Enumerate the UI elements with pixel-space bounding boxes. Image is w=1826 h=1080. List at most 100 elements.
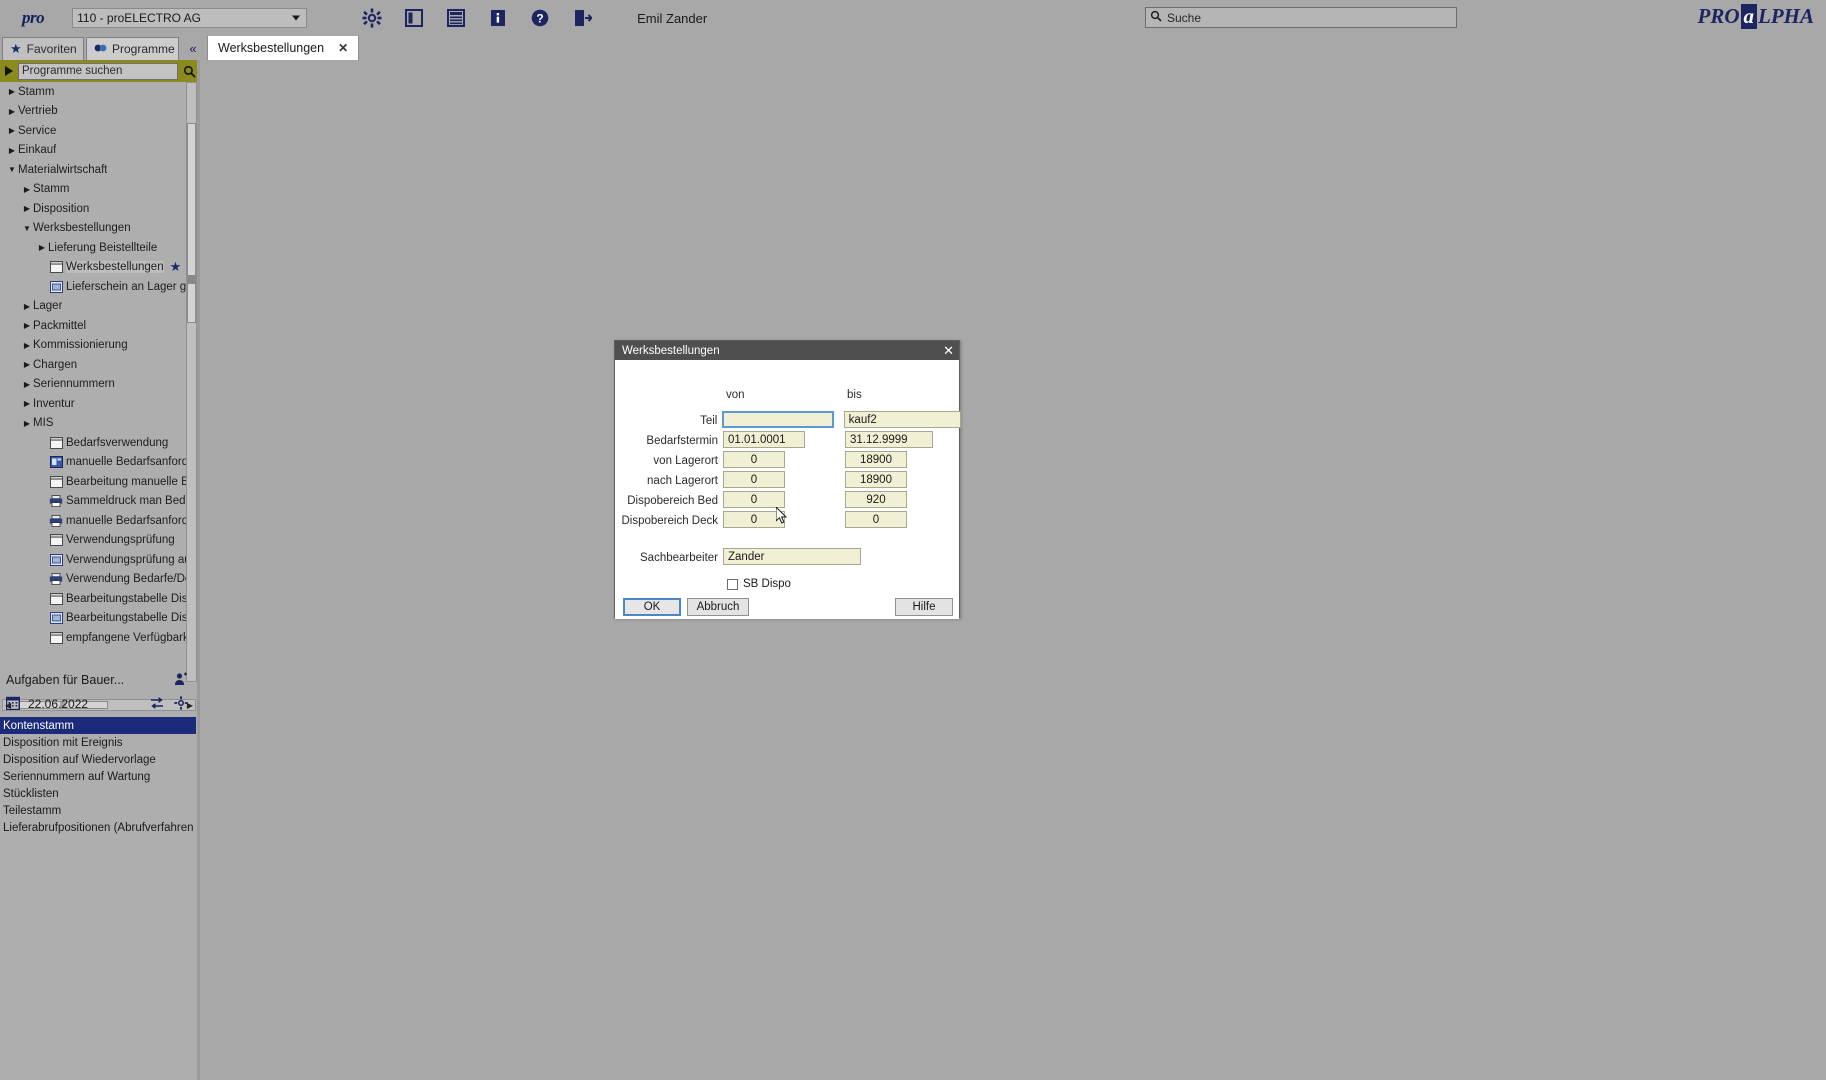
field-to-input[interactable]: 18900 — [845, 471, 907, 488]
tree-item-verwendung-bedarfe-deckun[interactable]: Verwendung Bedarfe/Deckun — [0, 570, 188, 590]
tree-item-label: Bearbeitungstabelle Dispone — [66, 612, 186, 625]
tab-programme[interactable]: Programme — [86, 37, 179, 60]
tree-item-manuelle-bedarfsanforderun[interactable]: manuelle Bedarfsanforderun — [0, 453, 188, 473]
tree-item-einkauf[interactable]: ▶ Einkauf — [0, 141, 188, 161]
tree-item-materialwirtschaft[interactable]: ▼ Materialwirtschaft — [0, 160, 188, 180]
chevron-right-icon[interactable]: ▶ — [36, 243, 48, 252]
field-from-input[interactable]: 0 — [723, 471, 785, 488]
tree-item-bearbeitungstabelle-dispone[interactable]: Bearbeitungstabelle Dispone — [0, 609, 188, 629]
tree-item-bearbeitung-manuelle-bedarf[interactable]: Bearbeitung manuelle Bedarf — [0, 472, 188, 492]
sb-dispo-checkbox[interactable] — [727, 578, 738, 590]
tree-item-disposition[interactable]: ▶ Disposition — [0, 199, 188, 219]
tree-item-sammeldruck-man-bedarfsan[interactable]: Sammeldruck man Bedarfsan — [0, 492, 188, 512]
refresh-icon[interactable] — [150, 696, 164, 712]
chevron-right-icon[interactable]: ▶ — [6, 87, 18, 96]
logout-icon[interactable] — [571, 7, 593, 29]
scrollbar-grip[interactable] — [188, 275, 195, 284]
field-from-input[interactable] — [722, 411, 834, 428]
tree-item-bearbeitungstabelle-dispone[interactable]: Bearbeitungstabelle Dispone — [0, 589, 188, 609]
chevron-right-icon[interactable]: ▶ — [21, 380, 33, 389]
scrollbar-thumb[interactable] — [187, 123, 196, 323]
task-list-item[interactable]: Disposition auf Wiedervorlage — [0, 751, 196, 768]
task-list-item[interactable]: Lieferabrufpositionen (Abrufverfahren 2) — [0, 819, 207, 836]
chevron-right-icon[interactable]: ▶ — [6, 126, 18, 135]
field-to-input[interactable]: 920 — [845, 491, 907, 508]
chevron-right-icon[interactable]: ▶ — [21, 321, 33, 330]
tree-item-service[interactable]: ▶ Service — [0, 121, 188, 141]
field-from-input[interactable]: 01.01.0001 — [723, 431, 805, 448]
chevron-right-icon[interactable]: ▶ — [21, 204, 33, 213]
tree-item-stamm[interactable]: ▶ Stamm — [0, 82, 188, 102]
tree-item-vertrieb[interactable]: ▶ Vertrieb — [0, 102, 188, 122]
tree-item-werksbestellungen[interactable]: ▼ Werksbestellungen — [0, 219, 188, 239]
tree-item-inventur[interactable]: ▶ Inventur — [0, 394, 188, 414]
dialog-close-icon[interactable]: ✕ — [943, 343, 954, 359]
tree-item-seriennummern[interactable]: ▶ Seriennummern — [0, 375, 188, 395]
collapse-sidebar-button[interactable]: « — [182, 38, 204, 59]
person-icon[interactable] — [174, 672, 188, 689]
task-list-item[interactable]: Stücklisten — [0, 785, 196, 802]
favorite-star-icon[interactable]: ★ — [170, 259, 182, 275]
help-button[interactable]: Hilfe — [895, 598, 953, 616]
gear-icon[interactable] — [361, 7, 383, 29]
global-search-input[interactable]: Suche — [1145, 7, 1457, 28]
dialog-title-bar[interactable]: Werksbestellungen ✕ — [615, 341, 959, 360]
task-list-item[interactable]: Disposition mit Ereignis — [0, 734, 196, 751]
field-to-input[interactable]: 18900 — [845, 451, 907, 468]
chevron-right-icon[interactable]: ▶ — [21, 185, 33, 194]
field-from-input[interactable]: 0 — [723, 511, 785, 528]
chevron-right-icon[interactable]: ▶ — [6, 146, 18, 155]
table-view-icon[interactable] — [445, 7, 467, 29]
task-list-item[interactable]: Teilestamm — [0, 802, 196, 819]
tasks-list[interactable]: Kontenstamm Disposition mit Ereignis Dispo… — [0, 717, 207, 967]
field-to-input[interactable]: 31.12.9999 — [845, 431, 933, 448]
tree-vertical-scrollbar[interactable] — [186, 82, 197, 682]
tab-favoriten[interactable]: ★ Favoriten — [2, 37, 84, 60]
field-from-input[interactable]: 0 — [723, 451, 785, 468]
cancel-button[interactable]: Abbruch — [687, 598, 749, 616]
chevron-down-icon[interactable]: ▼ — [21, 224, 33, 233]
task-list-item[interactable]: Kontenstamm — [0, 717, 196, 734]
tree-item-verwendungspr-fung[interactable]: Verwendungsprüfung — [0, 531, 188, 551]
sachbearbeiter-input[interactable]: Zander — [723, 548, 861, 565]
field-label: Dispobereich Bed — [627, 495, 718, 507]
chevron-down-icon[interactable]: ▼ — [6, 165, 18, 174]
program-search-input[interactable]: Programme suchen — [18, 62, 178, 80]
play-icon[interactable] — [0, 65, 18, 77]
client-select-dropdown[interactable]: 110 - proELECTRO AG — [72, 8, 308, 28]
tree-item-verwendungspr-fung-ausf-hr[interactable]: Verwendungsprüfung ausführ — [0, 550, 188, 570]
sachbearbeiter-label: Sachbearbeiter — [640, 552, 718, 564]
settings-gear-icon[interactable] — [174, 695, 188, 713]
field-to-input[interactable]: 0 — [845, 511, 907, 528]
ok-button[interactable]: OK — [623, 598, 681, 616]
panel-layout-icon[interactable] — [403, 7, 425, 29]
chevron-right-icon[interactable]: ▶ — [21, 399, 33, 408]
program-tree[interactable]: ▶ Stamm ▶ Vertrieb ▶ Service ▶ Einkauf ▼ Material… — [0, 82, 188, 682]
tree-item-lager[interactable]: ▶ Lager — [0, 297, 188, 317]
calendar-icon[interactable] — [5, 696, 21, 713]
document-tab-werksbestellungen[interactable]: Werksbestellungen ✕ — [207, 36, 360, 60]
sb-dispo-checkbox-row[interactable]: SB Dispo — [727, 578, 791, 590]
tree-item-lieferung-beistellteile[interactable]: ▶ Lieferung Beistellteile — [0, 238, 188, 258]
chevron-right-icon[interactable]: ▶ — [21, 360, 33, 369]
tree-item-stamm[interactable]: ▶ Stamm — [0, 180, 188, 200]
tree-item-manuelle-bedarfsanforderun[interactable]: manuelle Bedarfsanforderun — [0, 511, 188, 531]
help-icon[interactable]: ? — [529, 7, 551, 29]
tree-item-packmittel[interactable]: ▶ Packmittel — [0, 316, 188, 336]
chevron-right-icon[interactable]: ▶ — [6, 107, 18, 116]
chevron-right-icon[interactable]: ▶ — [21, 419, 33, 428]
tree-item-empfangene-verf-gbarkeitsa[interactable]: empfangene Verfügbarkeitsa — [0, 628, 188, 648]
info-icon[interactable] — [487, 7, 509, 29]
tree-item-mis[interactable]: ▶ MIS — [0, 414, 188, 434]
tree-item-werksbestellungen[interactable]: Werksbestellungen ★ — [0, 258, 188, 278]
tree-item-lieferschein-an-lager-gen[interactable]: Lieferschein an Lager gen — [0, 277, 188, 297]
chevron-right-icon[interactable]: ▶ — [21, 341, 33, 350]
tree-item-kommissionierung[interactable]: ▶ Kommissionierung — [0, 336, 188, 356]
tree-item-chargen[interactable]: ▶ Chargen — [0, 355, 188, 375]
tree-item-bedarfsverwendung[interactable]: Bedarfsverwendung — [0, 433, 188, 453]
field-to-input[interactable]: kauf2 — [843, 411, 961, 428]
task-list-item[interactable]: Seriennummern auf Wartung — [0, 768, 196, 785]
chevron-right-icon[interactable]: ▶ — [21, 302, 33, 311]
close-icon[interactable]: ✕ — [338, 41, 348, 55]
field-from-input[interactable]: 0 — [723, 491, 785, 508]
